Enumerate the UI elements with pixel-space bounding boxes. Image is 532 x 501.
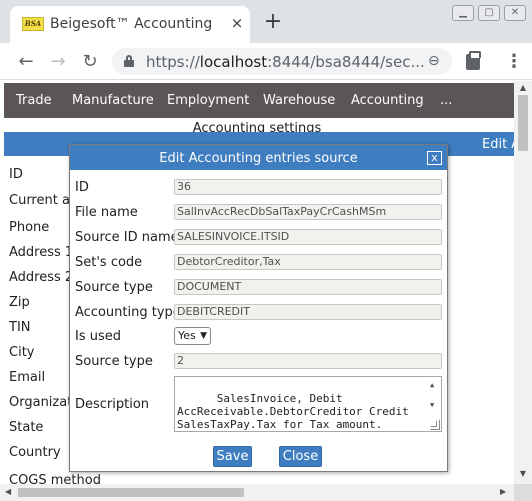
vertical-scroll-thumb[interactable] [518, 95, 528, 151]
page-viewport: Trade Manufacture Employment Warehouse A… [0, 81, 514, 484]
file-name-field[interactable]: SalInvAccRecDbSalTaxPayCrCashMSm [174, 204, 442, 220]
bg-label-tin: TIN [9, 320, 31, 335]
source-type-2-label: Source type [75, 354, 153, 369]
resize-grip-icon[interactable] [430, 420, 440, 430]
source-id-name-field[interactable]: SALESINVOICE.ITSID [174, 229, 442, 245]
close-button[interactable]: Close [279, 446, 322, 467]
id-label: ID [75, 180, 89, 195]
sets-code-field[interactable]: DebtorCreditor,Tax [174, 254, 442, 270]
nav-item-manufacture[interactable]: Manufacture [72, 93, 154, 108]
is-used-value: Yes [178, 329, 196, 342]
address-bar[interactable]: https://localhost:8444/bsa8444/sec... ⊖ [112, 48, 452, 75]
app-main-nav: Trade Manufacture Employment Warehouse A… [4, 83, 514, 118]
bg-label-current-account: Current ac [9, 193, 78, 208]
file-name-label: File name [75, 205, 138, 220]
bg-label-state: State [9, 420, 44, 435]
bg-label-phone: Phone [9, 220, 50, 235]
source-type-2-field[interactable]: 2 [174, 353, 442, 369]
is-used-select[interactable]: Yes ▼ [174, 327, 211, 345]
new-tab-icon[interactable]: + [262, 11, 284, 34]
bg-label-address-2: Address 2 [9, 270, 74, 285]
scroll-down-icon[interactable]: ▼ [430, 399, 434, 412]
accounting-type-field[interactable]: DEBITCREDIT [174, 304, 442, 320]
browser-toolbar: ← → ↻ https://localhost:8444/bsa8444/sec… [0, 43, 532, 80]
horizontal-scroll-thumb[interactable] [18, 488, 244, 497]
browser-menu-icon[interactable]: ⋮ [504, 52, 524, 72]
window-maximize-button[interactable]: ▢ [478, 5, 500, 21]
source-type-label: Source type [75, 280, 153, 295]
background-edit-label: Edit A [482, 137, 514, 152]
bg-label-address-1: Address 1 [9, 245, 74, 260]
source-type-field[interactable]: DOCUMENT [174, 279, 442, 295]
bg-label-country: Country [9, 445, 61, 460]
chevron-down-icon: ▼ [200, 331, 207, 341]
description-textarea[interactable]: SalesInvoice, Debit AccReceivable.Debtor… [174, 376, 442, 432]
url-host: localhost [199, 53, 268, 71]
sets-code-label: Set's code [75, 255, 143, 270]
tab-title: Beigesoft™ Accounting [50, 16, 213, 32]
window-minimize-button[interactable]: ▁ [452, 5, 474, 21]
reload-icon[interactable]: ↻ [78, 50, 102, 74]
scroll-up-icon[interactable]: ▲ [430, 379, 434, 392]
scroll-left-icon[interactable]: ◀ [5, 487, 11, 496]
bg-label-email: Email [9, 370, 46, 385]
is-used-label: Is used [75, 329, 122, 344]
bg-label-city: City [9, 345, 35, 360]
edit-entries-source-dialog: Edit Accounting entries source x ID 36 F… [69, 144, 448, 472]
zoom-out-icon[interactable]: ⊖ [428, 53, 444, 69]
nav-item-warehouse[interactable]: Warehouse [263, 93, 335, 108]
dialog-close-icon[interactable]: x [427, 151, 442, 165]
back-arrow-icon[interactable]: ← [14, 50, 38, 74]
dialog-title: Edit Accounting entries source [159, 151, 358, 166]
scroll-up-icon[interactable]: ▲ [518, 83, 528, 92]
scrollbar-corner [514, 484, 532, 501]
bg-label-id: ID [9, 167, 23, 182]
clipboard-extension-icon[interactable] [466, 51, 481, 70]
dialog-header[interactable]: Edit Accounting entries source x [70, 145, 447, 170]
window-close-button[interactable]: ✕ [504, 5, 526, 21]
save-button[interactable]: Save [213, 446, 252, 467]
favicon-icon: BSA [22, 17, 44, 31]
page-horizontal-scrollbar[interactable]: ◀ ▶ [0, 484, 514, 501]
browser-tab-bar: BSA Beigesoft™ Accounting × + ▁ ▢ ✕ [0, 0, 532, 43]
source-id-name-label: Source ID name [75, 230, 179, 245]
bg-label-zip: Zip [9, 295, 30, 310]
nav-item-more[interactable]: ... [440, 93, 452, 108]
url-scheme: https:// [146, 53, 200, 71]
page-vertical-scrollbar[interactable]: ▲ ▼ [514, 81, 532, 484]
nav-item-employment[interactable]: Employment [167, 93, 249, 108]
tab-close-icon[interactable]: × [228, 14, 246, 32]
nav-item-accounting[interactable]: Accounting [351, 93, 424, 108]
forward-arrow-icon[interactable]: → [46, 50, 70, 74]
url-text[interactable]: https://localhost:8444/bsa8444/sec... [146, 53, 425, 71]
browser-tab[interactable]: BSA Beigesoft™ Accounting × [10, 6, 250, 43]
bg-label-cogs-method: COGS method [9, 473, 101, 484]
scroll-down-icon[interactable]: ▼ [518, 469, 528, 478]
lock-icon[interactable] [124, 55, 134, 67]
id-field[interactable]: 36 [174, 179, 442, 195]
description-text: SalesInvoice, Debit AccReceivable.Debtor… [177, 392, 409, 431]
scroll-right-icon[interactable]: ▶ [500, 487, 506, 496]
nav-item-trade[interactable]: Trade [16, 93, 52, 108]
description-label: Description [75, 397, 150, 412]
url-path: :8444/bsa8444/sec... [267, 53, 425, 71]
accounting-type-label: Accounting type [75, 305, 181, 320]
